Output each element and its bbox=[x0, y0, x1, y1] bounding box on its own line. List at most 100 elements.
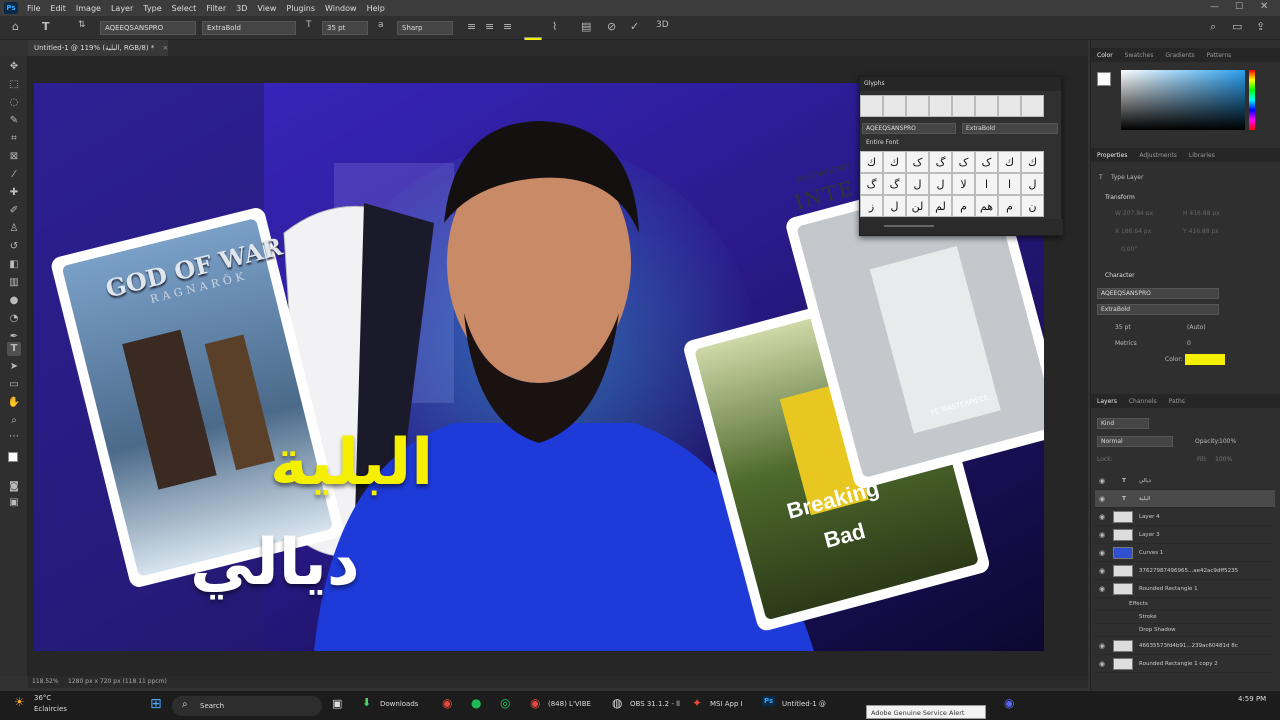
task-view-icon[interactable]: ▣ bbox=[332, 697, 342, 710]
layer-row[interactable]: ◉ 37627987496965...ae42ac9dff5235 bbox=[1095, 562, 1275, 580]
glyph-cell[interactable]: ك bbox=[1021, 151, 1044, 173]
glyph-cell[interactable]: گ bbox=[883, 173, 906, 195]
transform-h[interactable]: H 416.88 px bbox=[1183, 210, 1220, 217]
character-kerning[interactable]: Metrics bbox=[1115, 340, 1137, 347]
layer-row[interactable]: ◉ Rounded Rectangle 1 copy 2 bbox=[1095, 655, 1275, 673]
type-tool-icon[interactable]: T bbox=[42, 20, 50, 33]
hue-slider[interactable] bbox=[1249, 70, 1255, 130]
glyph-cell[interactable]: ك bbox=[860, 151, 883, 173]
glyph-cell[interactable]: هم bbox=[975, 195, 998, 217]
transform-angle[interactable]: 0.00° bbox=[1121, 246, 1137, 253]
recent-glyph[interactable] bbox=[1021, 95, 1044, 117]
3d-icon[interactable]: 3D bbox=[656, 20, 669, 30]
menu-layer[interactable]: Layer bbox=[106, 4, 138, 13]
text-orientation-icon[interactable]: ⇅ bbox=[78, 20, 86, 30]
glyph-cell[interactable]: ا bbox=[998, 173, 1021, 195]
crop-tool-icon[interactable]: ⌗ bbox=[7, 132, 21, 146]
character-color-swatch[interactable] bbox=[1185, 354, 1225, 365]
visibility-eye-icon[interactable]: ◉ bbox=[1095, 585, 1109, 593]
glyph-cell[interactable]: لم bbox=[929, 195, 952, 217]
menu-edit[interactable]: Edit bbox=[45, 4, 71, 13]
visibility-eye-icon[interactable]: ◉ bbox=[1095, 567, 1109, 575]
warp-text-icon[interactable]: ⌇ bbox=[552, 20, 557, 33]
glyph-cell[interactable]: ل bbox=[1021, 173, 1044, 195]
chrome-icon[interactable]: ◉ bbox=[442, 696, 452, 710]
tab-channels[interactable]: Channels bbox=[1123, 398, 1163, 405]
glyph-cell[interactable]: م bbox=[952, 195, 975, 217]
glyphs-style-select[interactable]: ExtraBold bbox=[962, 123, 1058, 134]
menu-plugins[interactable]: Plugins bbox=[281, 4, 320, 13]
canvas-white-arabic-text[interactable]: ديالي bbox=[190, 523, 360, 603]
recent-glyph[interactable] bbox=[998, 95, 1021, 117]
fill-value[interactable]: 100% bbox=[1215, 456, 1232, 463]
glyph-cell[interactable]: ک bbox=[952, 151, 975, 173]
visibility-eye-icon[interactable]: ◉ bbox=[1095, 642, 1109, 650]
zoom-level[interactable]: 118.52% bbox=[32, 678, 59, 685]
brush-tool-icon[interactable]: ✐ bbox=[7, 204, 21, 218]
close-icon[interactable]: ✕ bbox=[1260, 1, 1268, 12]
quick-select-tool-icon[interactable]: ✎ bbox=[7, 114, 21, 128]
zoom-tool-icon[interactable]: ⌕ bbox=[7, 414, 21, 428]
font-family-select[interactable]: AQEEQSANSPRO bbox=[100, 21, 196, 35]
glyph-cell[interactable]: گ bbox=[860, 173, 883, 195]
recent-glyph[interactable] bbox=[860, 95, 883, 117]
eraser-tool-icon[interactable]: ◧ bbox=[7, 258, 21, 272]
cancel-icon[interactable]: ⊘ bbox=[607, 20, 616, 33]
font-style-select[interactable]: ExtraBold bbox=[202, 21, 296, 35]
glyph-cell[interactable]: ک bbox=[975, 151, 998, 173]
menu-3d[interactable]: 3D bbox=[231, 4, 252, 13]
glyph-cell[interactable]: ك bbox=[998, 151, 1021, 173]
align-right-icon[interactable]: ≡ bbox=[503, 20, 512, 33]
glyph-cell[interactable]: ك bbox=[883, 151, 906, 173]
layer-row[interactable]: ◉ Curves 1 bbox=[1095, 544, 1275, 562]
taskbar-obs[interactable]: OBS 31.1.2 - ll bbox=[630, 700, 680, 708]
share-icon[interactable]: ⇪ bbox=[1256, 20, 1265, 33]
visibility-eye-icon[interactable]: ◉ bbox=[1095, 549, 1109, 557]
tab-layers[interactable]: Layers bbox=[1091, 398, 1123, 405]
visibility-eye-icon[interactable]: ◉ bbox=[1095, 531, 1109, 539]
quick-mask-icon[interactable]: ◙ bbox=[7, 480, 21, 494]
layer-row[interactable]: ◉ Layer 3 bbox=[1095, 526, 1275, 544]
recent-glyph[interactable] bbox=[929, 95, 952, 117]
layer-row-selected[interactable]: ◉ T البلية bbox=[1095, 490, 1275, 508]
visibility-eye-icon[interactable]: ◉ bbox=[1095, 660, 1109, 668]
menu-image[interactable]: Image bbox=[71, 4, 106, 13]
menu-window[interactable]: Window bbox=[320, 4, 362, 13]
photoshop-taskbar-icon[interactable]: Ps bbox=[762, 696, 776, 706]
menu-file[interactable]: File bbox=[22, 4, 45, 13]
taskbar-youtube[interactable]: (848) L'VIBE bbox=[548, 700, 591, 708]
history-brush-icon[interactable]: ↺ bbox=[7, 240, 21, 254]
discord-icon[interactable]: ◉ bbox=[1004, 696, 1014, 710]
shape-tool-icon[interactable]: ▭ bbox=[7, 378, 21, 392]
layer-row[interactable]: ◉ T ديالي bbox=[1095, 472, 1275, 490]
tab-patterns[interactable]: Patterns bbox=[1201, 52, 1238, 59]
layer-effect-row[interactable]: Stroke bbox=[1095, 611, 1275, 624]
blend-mode-select[interactable]: Normal bbox=[1097, 436, 1173, 447]
taskbar-photoshop[interactable]: Untitled-1 @ bbox=[782, 700, 826, 708]
healing-tool-icon[interactable]: ✚ bbox=[7, 186, 21, 200]
layer-row[interactable]: ◉ Rounded Rectangle 1 bbox=[1095, 580, 1275, 598]
menu-help[interactable]: Help bbox=[362, 4, 390, 13]
whatsapp-icon[interactable]: ◎ bbox=[500, 696, 510, 710]
glyph-cell[interactable]: گ bbox=[929, 151, 952, 173]
maximize-icon[interactable]: ☐ bbox=[1235, 2, 1243, 12]
transform-x[interactable]: X 186.64 px bbox=[1115, 228, 1151, 235]
glyph-cell[interactable]: ل bbox=[906, 173, 929, 195]
dodge-tool-icon[interactable]: ◔ bbox=[7, 312, 21, 326]
obs-icon[interactable]: ◍ bbox=[612, 696, 622, 710]
path-select-icon[interactable]: ➤ bbox=[7, 360, 21, 374]
home-icon[interactable]: ⌂ bbox=[12, 20, 19, 33]
chrome-icon[interactable]: ◉ bbox=[530, 696, 540, 710]
color-picker-field[interactable] bbox=[1121, 70, 1245, 130]
character-section[interactable]: Character bbox=[1105, 272, 1135, 279]
weather-temp[interactable]: 36°C bbox=[34, 694, 51, 702]
tab-close-icon[interactable]: × bbox=[163, 44, 169, 52]
lasso-tool-icon[interactable]: ◌ bbox=[7, 96, 21, 110]
hand-tool-icon[interactable]: ✋ bbox=[7, 396, 21, 410]
clock-time[interactable]: 4:59 PM bbox=[1238, 695, 1266, 703]
character-leading[interactable]: (Auto) bbox=[1187, 324, 1206, 331]
layer-effect-row[interactable]: Drop Shadow bbox=[1095, 624, 1275, 637]
glyph-cell[interactable]: ک bbox=[906, 151, 929, 173]
search-icon[interactable]: ⌕ bbox=[1210, 20, 1216, 34]
character-tracking[interactable]: 0 bbox=[1187, 340, 1191, 347]
